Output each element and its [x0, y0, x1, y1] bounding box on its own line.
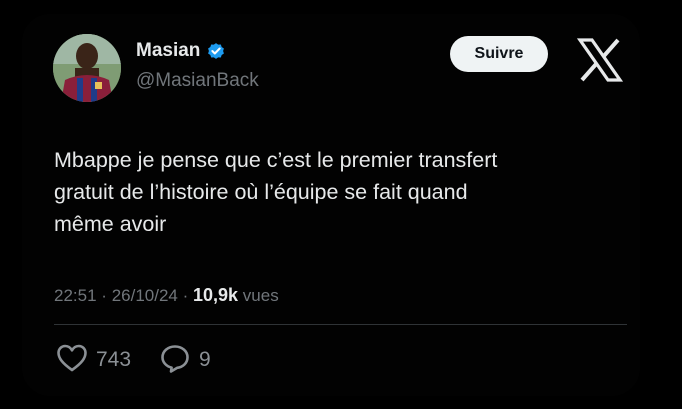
follow-button[interactable]: Suivre: [450, 36, 548, 72]
x-logo-icon[interactable]: [576, 38, 624, 82]
reply-button[interactable]: 9: [159, 343, 211, 378]
tweet-meta: 22:51 · 26/10/24 · 10,9k vues: [54, 284, 279, 307]
avatar[interactable]: [53, 34, 121, 102]
meta-separator: ·: [182, 286, 189, 305]
tweet-date[interactable]: 26/10/24: [112, 286, 178, 305]
author-name-row: Masian: [136, 40, 226, 62]
reply-count: 9: [199, 348, 211, 371]
author-display-name[interactable]: Masian: [136, 40, 200, 62]
tweet-time[interactable]: 22:51: [54, 286, 97, 305]
author-handle[interactable]: @MasianBack: [136, 70, 259, 92]
verified-badge-icon: [206, 41, 226, 61]
divider: [54, 324, 627, 325]
meta-separator: ·: [101, 286, 107, 305]
tweet-text: Mbappe je pense que c’est le premier tra…: [54, 148, 498, 236]
like-count: 743: [96, 348, 132, 371]
heart-icon: [56, 343, 88, 378]
like-button[interactable]: 743: [56, 343, 131, 378]
views-label: vues: [242, 286, 279, 305]
reply-bubble-icon: [159, 343, 191, 378]
views-count: 10,9k: [193, 285, 239, 305]
action-bar: 743 9: [56, 343, 211, 377]
